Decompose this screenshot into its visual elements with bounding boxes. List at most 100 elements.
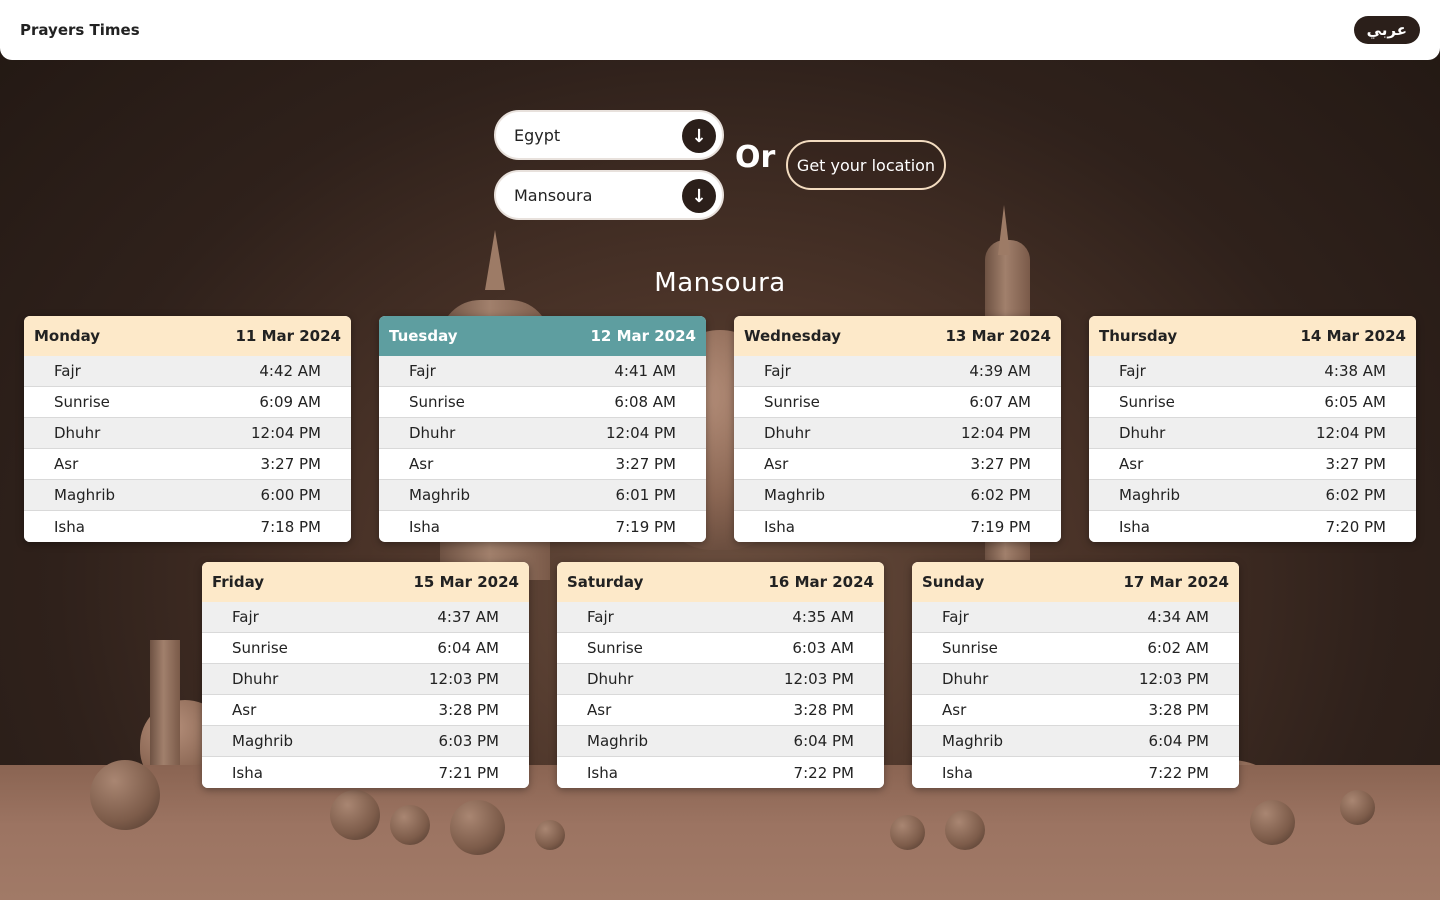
prayer-time: 6:03 PM [438, 732, 499, 750]
city-select[interactable]: Mansoura ↓ [494, 170, 724, 220]
language-toggle-button[interactable]: عربي [1353, 16, 1420, 44]
prayer-list: Fajr 4:39 AM Sunrise 6:07 AM Dhuhr 12:04 PM As… [734, 356, 1061, 542]
day-date: 15 Mar 2024 [413, 573, 519, 591]
prayer-name: Asr [587, 701, 612, 719]
prayer-name: Fajr [1119, 362, 1146, 380]
prayer-row: Isha 7:21 PM [202, 757, 529, 788]
prayer-time: 3:28 PM [793, 701, 854, 719]
prayer-list: Fajr 4:34 AM Sunrise 6:02 AM Dhuhr 12:03 PM As… [912, 602, 1239, 788]
prayer-time: 6:04 PM [793, 732, 854, 750]
prayer-name: Asr [942, 701, 967, 719]
prayer-row: Isha 7:20 PM [1089, 511, 1416, 542]
prayer-name: Isha [54, 517, 85, 536]
prayer-name: Sunrise [942, 639, 998, 657]
sphere [330, 790, 380, 840]
prayer-row: Maghrib 6:00 PM [24, 480, 351, 511]
prayer-time: 3:27 PM [970, 455, 1031, 473]
prayer-name: Maghrib [409, 486, 471, 504]
sphere [535, 820, 565, 850]
prayer-name: Maghrib [54, 486, 116, 504]
prayer-time: 6:02 AM [1147, 639, 1209, 657]
day-name: Thursday [1099, 327, 1178, 345]
prayer-list: Fajr 4:38 AM Sunrise 6:05 AM Dhuhr 12:04 PM As… [1089, 356, 1416, 542]
prayer-row: Isha 7:22 PM [912, 757, 1239, 788]
country-select-value: Egypt [514, 125, 561, 145]
arrow-down-icon[interactable]: ↓ [682, 119, 716, 153]
prayer-time: 12:03 PM [784, 670, 854, 688]
day-card-monday: Monday 11 Mar 2024 Fajr 4:42 AM Sunrise 6:09 … [24, 316, 351, 542]
prayer-row: Asr 3:27 PM [734, 449, 1061, 480]
prayer-name: Isha [409, 517, 440, 536]
prayer-row: Asr 3:27 PM [1089, 449, 1416, 480]
day-name: Wednesday [744, 327, 841, 345]
prayer-name: Fajr [942, 608, 969, 626]
prayer-name: Sunrise [587, 639, 643, 657]
sphere [1250, 800, 1295, 845]
prayer-time: 4:39 AM [969, 362, 1031, 380]
prayer-row: Dhuhr 12:04 PM [379, 418, 706, 449]
prayer-row: Sunrise 6:02 AM [912, 633, 1239, 664]
prayer-row: Dhuhr 12:03 PM [557, 664, 884, 695]
country-select[interactable]: Egypt ↓ [494, 110, 724, 160]
prayer-time: 7:22 PM [1148, 763, 1209, 782]
day-card-header: Thursday 14 Mar 2024 [1089, 316, 1416, 356]
prayer-name: Dhuhr [409, 424, 456, 442]
prayer-row: Sunrise 6:08 AM [379, 387, 706, 418]
prayer-row: Asr 3:28 PM [202, 695, 529, 726]
arrow-down-icon[interactable]: ↓ [682, 179, 716, 213]
day-name: Saturday [567, 573, 644, 591]
prayer-row: Isha 7:22 PM [557, 757, 884, 788]
prayer-row: Maghrib 6:03 PM [202, 726, 529, 757]
day-card-sunday: Sunday 17 Mar 2024 Fajr 4:34 AM Sunrise 6:02 … [912, 562, 1239, 788]
prayer-name: Maghrib [1119, 486, 1181, 504]
prayer-name: Isha [587, 763, 618, 782]
sphere [90, 760, 160, 830]
prayer-time: 12:04 PM [961, 424, 1031, 442]
day-date: 16 Mar 2024 [768, 573, 874, 591]
prayer-row: Dhuhr 12:04 PM [734, 418, 1061, 449]
day-card-wednesday: Wednesday 13 Mar 2024 Fajr 4:39 AM Sunrise 6:… [734, 316, 1061, 542]
prayer-time: 12:04 PM [1316, 424, 1386, 442]
prayer-name: Isha [764, 517, 795, 536]
prayer-row: Fajr 4:35 AM [557, 602, 884, 633]
prayer-time: 4:42 AM [259, 362, 321, 380]
prayer-name: Sunrise [1119, 393, 1175, 411]
prayer-time: 6:02 PM [970, 486, 1031, 504]
prayer-time: 12:04 PM [606, 424, 676, 442]
prayer-time: 6:07 AM [969, 393, 1031, 411]
prayer-time: 7:22 PM [793, 763, 854, 782]
prayer-row: Dhuhr 12:03 PM [202, 664, 529, 695]
prayer-name: Fajr [54, 362, 81, 380]
sphere [945, 810, 985, 850]
prayer-row: Asr 3:27 PM [24, 449, 351, 480]
prayer-name: Fajr [764, 362, 791, 380]
day-date: 14 Mar 2024 [1300, 327, 1406, 345]
prayer-row: Asr 3:28 PM [912, 695, 1239, 726]
prayer-name: Dhuhr [587, 670, 634, 688]
prayer-name: Asr [232, 701, 257, 719]
prayer-name: Isha [942, 763, 973, 782]
prayer-row: Dhuhr 12:04 PM [1089, 418, 1416, 449]
prayer-name: Dhuhr [232, 670, 279, 688]
prayer-name: Maghrib [942, 732, 1004, 750]
prayer-time: 3:27 PM [260, 455, 321, 473]
prayer-time: 7:20 PM [1325, 517, 1386, 536]
prayer-name: Dhuhr [1119, 424, 1166, 442]
prayer-row: Maghrib 6:04 PM [912, 726, 1239, 757]
prayer-name: Dhuhr [764, 424, 811, 442]
day-card-header: Wednesday 13 Mar 2024 [734, 316, 1061, 356]
day-date: 12 Mar 2024 [590, 327, 696, 345]
prayer-time: 3:28 PM [438, 701, 499, 719]
prayer-row: Isha 7:19 PM [734, 511, 1061, 542]
prayer-list: Fajr 4:37 AM Sunrise 6:04 AM Dhuhr 12:03 PM As… [202, 602, 529, 788]
prayer-time: 7:19 PM [970, 517, 1031, 536]
get-location-button[interactable]: Get your location [786, 140, 946, 190]
prayer-time: 6:05 AM [1324, 393, 1386, 411]
prayer-name: Maghrib [764, 486, 826, 504]
prayer-time: 7:21 PM [438, 763, 499, 782]
prayer-name: Dhuhr [54, 424, 101, 442]
day-name: Monday [34, 327, 101, 345]
prayer-time: 6:03 AM [792, 639, 854, 657]
day-name: Friday [212, 573, 265, 591]
prayer-row: Dhuhr 12:03 PM [912, 664, 1239, 695]
